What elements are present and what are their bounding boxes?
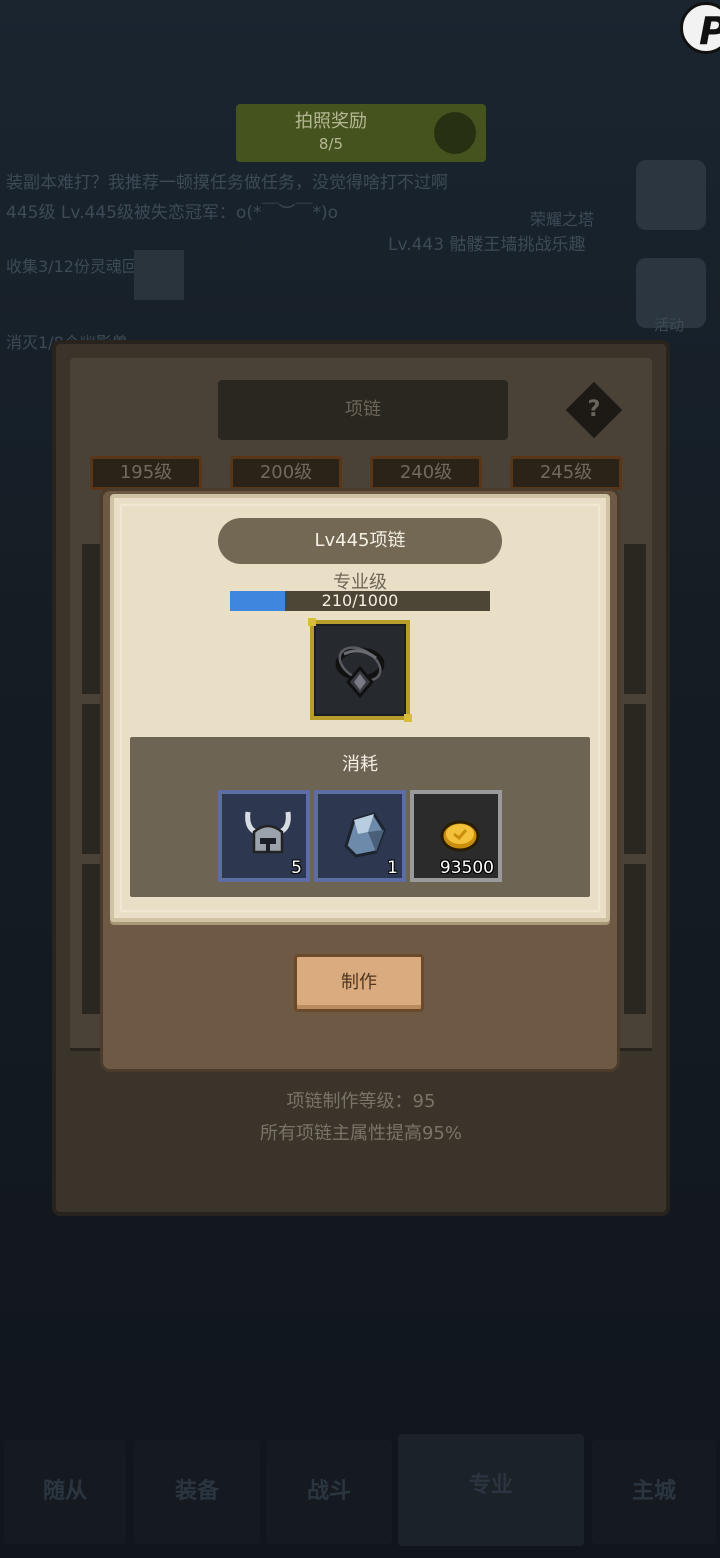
- progress-text: 210/1000: [321, 591, 399, 610]
- crafting-level-text: 项链制作等级：95: [286, 1091, 436, 1112]
- settings-gear-icon: [636, 160, 706, 230]
- crafted-item-slot[interactable]: [308, 618, 412, 722]
- level-tab: 200级: [230, 456, 342, 490]
- level-tab: 240级: [370, 456, 482, 490]
- horned-helmet-icon: [245, 811, 291, 854]
- necklace-icon: [335, 646, 385, 699]
- side-label: 荣耀之塔: [530, 210, 595, 229]
- material-slot[interactable]: 93500: [410, 790, 502, 882]
- material-count: 5: [291, 858, 302, 878]
- quest-reward-icon: [134, 250, 184, 300]
- bottom-nav: 随从 装备 战斗 专业 主城: [0, 1434, 720, 1558]
- top-event-button: 拍照奖励 8/5: [236, 104, 486, 162]
- chat-line: Lv.443 骷髅王墙挑战乐趣: [388, 235, 586, 255]
- material-slot[interactable]: 1: [314, 790, 406, 882]
- material-slot[interactable]: 5: [218, 790, 310, 882]
- level-tab: 245级: [510, 456, 622, 490]
- side-label: 活动: [654, 316, 685, 334]
- nav-battle: 战斗: [266, 1440, 392, 1544]
- recipe-slot: [624, 864, 646, 1014]
- crystal-ore-icon: [344, 812, 386, 858]
- event-icon: [434, 112, 476, 154]
- item-title: Lv445项链: [218, 518, 502, 564]
- help-button: ?: [565, 381, 623, 439]
- material-count: 1: [387, 858, 398, 878]
- cost-title: 消耗: [342, 754, 378, 775]
- top-event-count: 8/5: [318, 135, 344, 153]
- proficiency-progress-bar: 210/1000: [230, 591, 490, 611]
- craft-button[interactable]: 制作: [294, 954, 424, 1012]
- nav-profession: 专业: [398, 1434, 584, 1546]
- crafting-panel-title: 项链: [218, 380, 508, 440]
- nav-equipment: 装备: [134, 1440, 260, 1544]
- nav-followers: 随从: [4, 1440, 126, 1544]
- level-tab: 195级: [90, 456, 202, 490]
- top-event-label: 拍照奖励: [295, 111, 367, 132]
- recipe-slot: [624, 704, 646, 854]
- material-count: 93500: [439, 858, 494, 878]
- recipe-slot: [624, 544, 646, 694]
- gold-coin-icon: [440, 820, 480, 852]
- chat-line: 装副本难打？我推荐一顿摸任务做任务，没觉得啥打不过啊: [6, 173, 448, 193]
- help-icon: ?: [587, 397, 601, 422]
- crafting-bonus-text: 所有项链主属性提高95%: [259, 1123, 462, 1144]
- nav-main-city: 主城: [592, 1440, 716, 1544]
- chat-line: 445级 Lv.445级被失恋冠军：o(*￣︶￣*)o: [6, 203, 338, 223]
